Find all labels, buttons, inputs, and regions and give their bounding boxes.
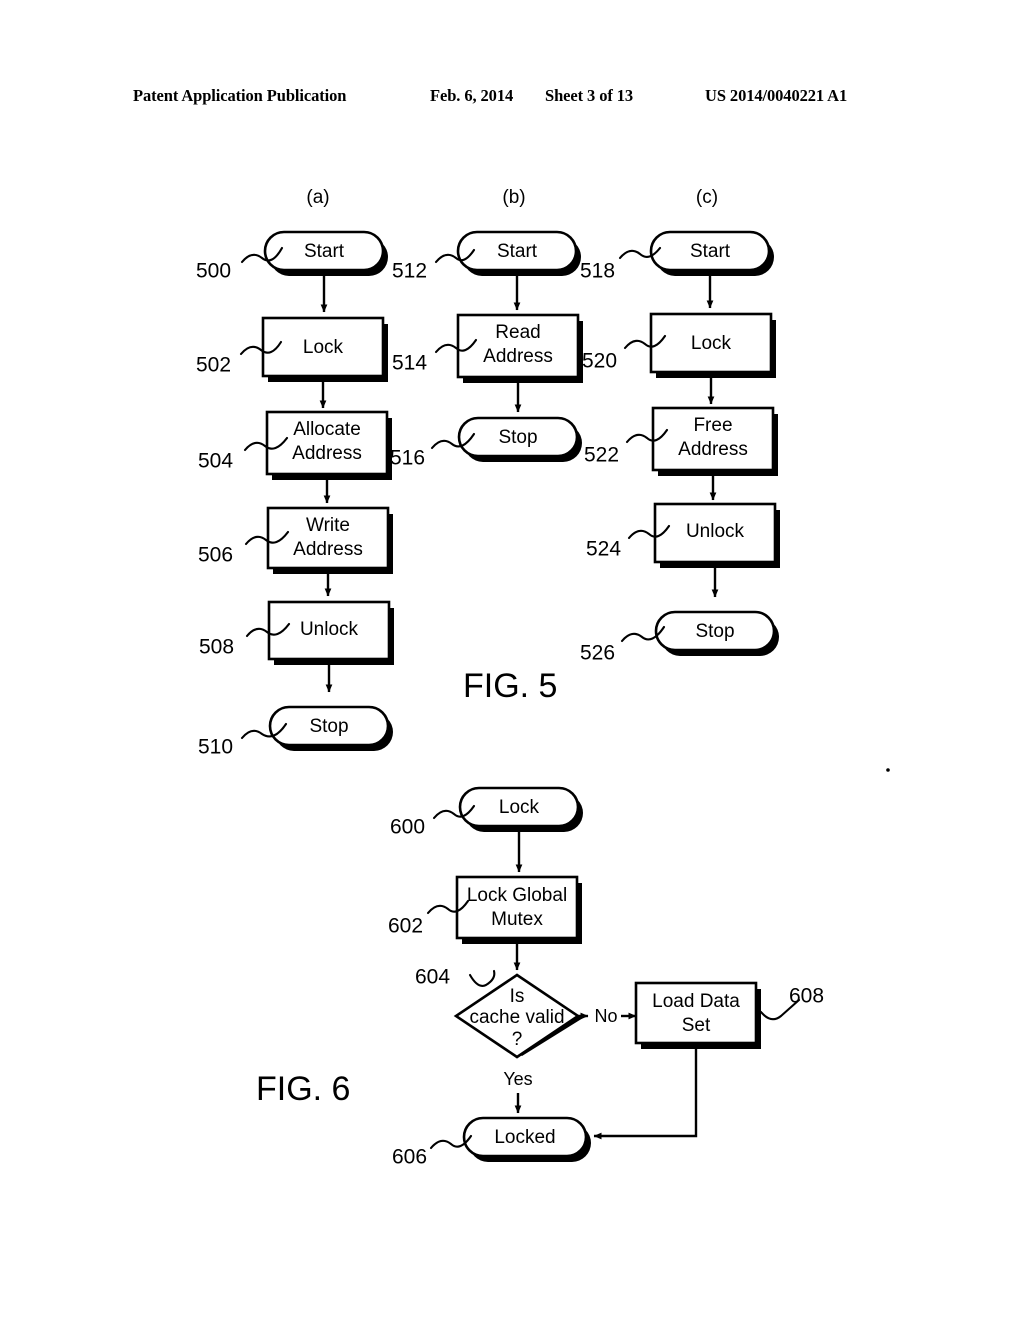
ref-number-504: 504	[198, 450, 233, 473]
node-508-unlock[interactable]: Unlock	[267, 600, 394, 665]
ref-number-600: 600	[390, 816, 425, 839]
node-504-label-line1: Allocate	[293, 419, 361, 440]
node-604-label-line1: Is	[510, 986, 525, 1007]
ref-number-512: 512	[392, 260, 427, 283]
ref-number-522: 522	[584, 444, 619, 467]
node-506-label-line1: Write	[306, 515, 350, 536]
node-520-label: Lock	[691, 333, 732, 354]
node-522-label-line2: Address	[678, 439, 748, 460]
node-608-label-line2: Set	[682, 1015, 711, 1036]
column-caption-b: (b)	[502, 187, 525, 208]
node-508-label: Unlock	[300, 619, 359, 640]
node-502-lock[interactable]: Lock	[261, 316, 388, 382]
ref-number-516: 516	[390, 447, 425, 470]
flowchart-column-c: Start 518 Lock 520 Free Address 522 Unlo…	[580, 230, 780, 665]
scan-artifact-speck	[886, 768, 890, 772]
node-502-label: Lock	[303, 337, 344, 358]
node-504-label-line2: Address	[292, 443, 362, 464]
node-520-lock[interactable]: Lock	[649, 312, 776, 378]
figure-6-label: FIG. 6	[256, 1070, 350, 1108]
node-602-label-line2: Mutex	[491, 909, 543, 930]
node-514-read-address[interactable]: Read Address	[456, 313, 583, 383]
node-606-locked[interactable]: Locked	[462, 1116, 591, 1162]
ref-number-520: 520	[582, 350, 617, 373]
ref-number-502: 502	[196, 354, 231, 377]
flowchart-column-b: Start 512 Read Address 514 Stop 516	[390, 230, 583, 470]
node-600-lock[interactable]: Lock	[458, 786, 583, 832]
ref-number-514: 514	[392, 352, 427, 375]
ref-number-510: 510	[198, 736, 233, 759]
ref-number-526: 526	[580, 642, 615, 665]
node-516-stop[interactable]: Stop	[457, 416, 582, 462]
node-604-label-line3: ?	[512, 1029, 523, 1050]
node-512-start[interactable]: Start	[456, 230, 581, 276]
node-526-label: Stop	[695, 621, 734, 642]
ref-number-524: 524	[586, 538, 621, 561]
node-522-label-line1: Free	[693, 415, 732, 436]
node-522-free-address[interactable]: Free Address	[651, 406, 778, 476]
node-512-label: Start	[497, 241, 538, 262]
branch-label-yes: Yes	[503, 1069, 532, 1089]
flowchart-column-a: Start 500 Lock 502 Allocate Address 504 …	[196, 230, 394, 759]
ref-number-508: 508	[199, 636, 234, 659]
node-602-label-line1: Lock Global	[467, 885, 567, 906]
figure-5-label: FIG. 5	[463, 667, 557, 705]
ref-number-606: 606	[392, 1146, 427, 1169]
node-500-start[interactable]: Start	[263, 230, 388, 276]
node-524-unlock[interactable]: Unlock	[653, 502, 780, 568]
ref-number-602: 602	[388, 915, 423, 938]
node-510-stop[interactable]: Stop	[268, 705, 393, 751]
node-514-label-line1: Read	[495, 322, 540, 343]
node-526-stop[interactable]: Stop	[654, 610, 779, 656]
node-506-write-address[interactable]: Write Address	[266, 506, 393, 574]
ref-number-500: 500	[196, 260, 231, 283]
node-518-start[interactable]: Start	[649, 230, 774, 276]
node-608-load-data-set[interactable]: Load Data Set	[634, 981, 761, 1049]
branch-label-no: No	[594, 1006, 617, 1026]
node-600-label: Lock	[499, 797, 540, 818]
node-500-label: Start	[304, 241, 345, 262]
node-506-label-line2: Address	[293, 539, 363, 560]
ref-number-608: 608	[789, 985, 824, 1008]
node-602-lock-global-mutex[interactable]: Lock Global Mutex	[455, 875, 582, 944]
node-604-label-line2: cache valid	[469, 1007, 564, 1028]
ref-number-518: 518	[580, 260, 615, 283]
figure-canvas: (a) (b) (c) Start 500 Lock 502 Allocate …	[0, 0, 1024, 1320]
node-514-label-line2: Address	[483, 346, 553, 367]
node-510-label: Stop	[309, 716, 348, 737]
column-caption-c: (c)	[696, 187, 718, 208]
ref-number-506: 506	[198, 544, 233, 567]
node-608-label-line1: Load Data	[652, 991, 740, 1012]
node-516-label: Stop	[498, 427, 537, 448]
node-524-label: Unlock	[686, 521, 745, 542]
node-606-label: Locked	[494, 1127, 555, 1148]
ref-number-604: 604	[415, 966, 450, 989]
column-caption-a: (a)	[306, 187, 329, 208]
node-504-allocate-address[interactable]: Allocate Address	[265, 410, 392, 480]
flowchart-figure-6: Lock 600 Lock Global Mutex 602 Is cache …	[388, 786, 824, 1169]
node-604-is-cache-valid-decision[interactable]: Is cache valid ?	[453, 973, 583, 1059]
node-518-label: Start	[690, 241, 731, 262]
